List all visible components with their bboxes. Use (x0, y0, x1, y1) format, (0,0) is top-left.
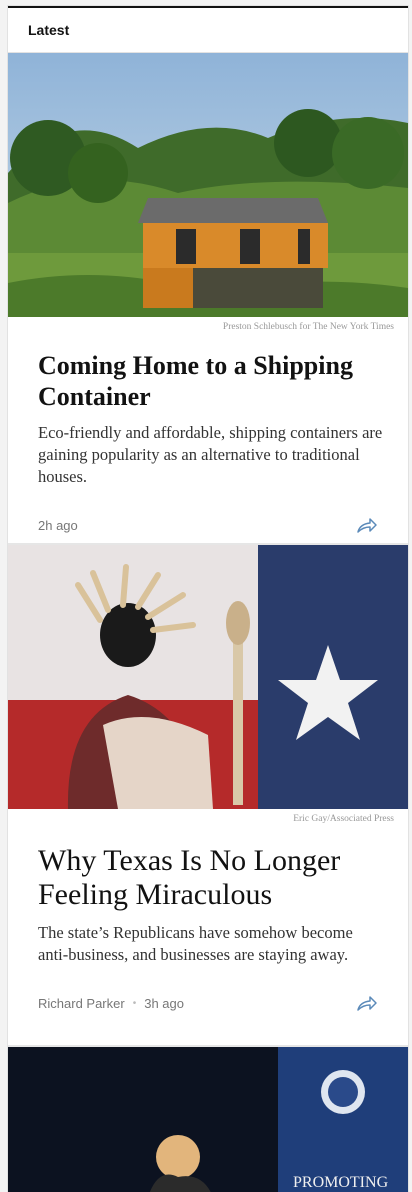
article-headline[interactable]: Why Texas Is No Longer Feeling Miraculou… (38, 844, 384, 912)
article-headline[interactable]: Coming Home to a Shipping Container (38, 350, 384, 412)
section-title: Latest (8, 8, 408, 53)
article-image[interactable] (8, 545, 408, 809)
article-card[interactable]: Preston Schlebusch for The New York Time… (8, 53, 408, 545)
share-icon[interactable] (356, 516, 378, 534)
article-summary: The state’s Republicans have somehow bec… (38, 923, 353, 964)
article-image[interactable] (8, 53, 408, 317)
byline: Richard Parker (38, 995, 125, 1011)
article-summary: Eco-friendly and affordable, shipping co… (38, 423, 383, 486)
banner-text: PROMOTING (293, 1174, 389, 1191)
timestamp: 3h ago (144, 995, 184, 1011)
article-meta: 2h ago (38, 510, 378, 540)
timestamp: 2h ago (38, 517, 78, 533)
photo-credit: Preston Schlebusch for The New York Time… (222, 322, 394, 332)
separator-dot: • (132, 997, 137, 1009)
article-feed: Latest Preston Schlebusch for The New Yo… (8, 6, 408, 1192)
photo-credit: Eric Gay/Associated Press (293, 814, 394, 824)
share-icon[interactable] (356, 994, 378, 1012)
article-card[interactable]: Eric Gay/Associated Press Why Texas Is N… (8, 545, 408, 1047)
article-meta: Richard Parker • 3h ago (38, 988, 378, 1018)
article-card[interactable]: PROMOTING (8, 1047, 408, 1192)
article-image[interactable]: PROMOTING (8, 1047, 408, 1192)
